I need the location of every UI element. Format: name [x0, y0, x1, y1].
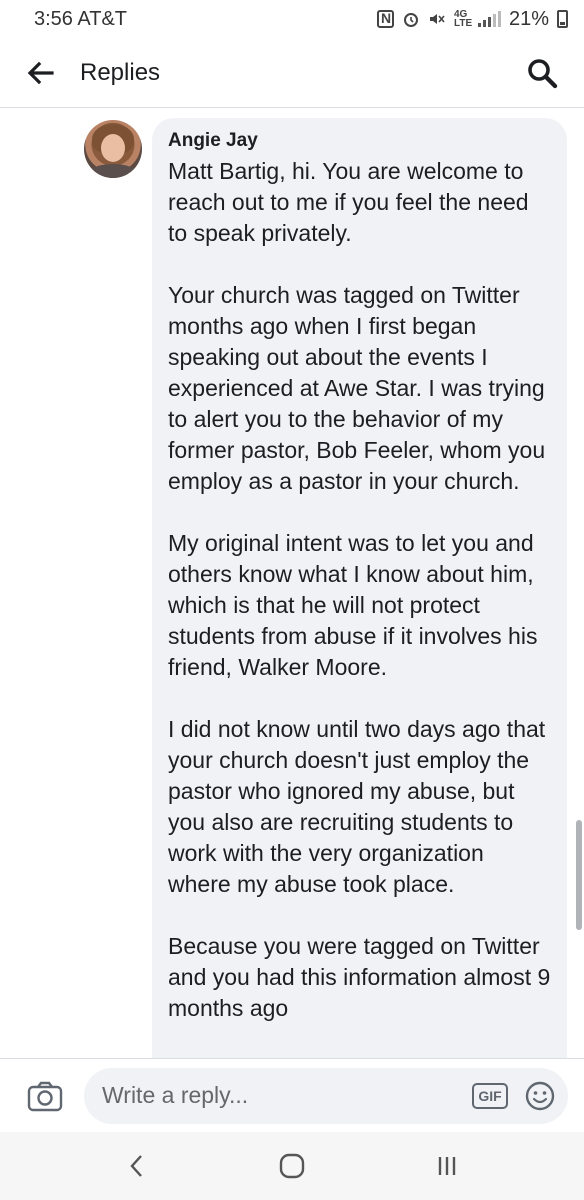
- comment-author[interactable]: Angie Jay: [168, 130, 551, 152]
- camera-icon: [27, 1081, 63, 1111]
- status-bar: 3:56 AT&T 4G LTE 21%: [0, 0, 584, 38]
- comment-paragraph: Matt Bartig, hi. You are welcome to reac…: [168, 158, 529, 246]
- scrollbar[interactable]: [576, 820, 582, 930]
- comment-bubble[interactable]: Angie Jay Matt Bartig, hi. You are welco…: [152, 118, 567, 1058]
- camera-button[interactable]: [26, 1077, 64, 1115]
- header: Replies: [0, 38, 584, 108]
- recents-icon: [438, 1157, 455, 1175]
- nav-back-button[interactable]: [107, 1136, 167, 1196]
- chevron-left-icon: [130, 1155, 143, 1177]
- gif-button[interactable]: GIF: [472, 1082, 508, 1109]
- back-button[interactable]: [24, 57, 56, 89]
- status-time-carrier: 3:56 AT&T: [34, 7, 128, 30]
- mute-icon: [428, 10, 446, 28]
- system-nav-bar: [0, 1132, 584, 1200]
- search-icon: [528, 58, 558, 88]
- page-title: Replies: [80, 58, 161, 86]
- home-icon: [279, 1153, 305, 1179]
- screen: 3:56 AT&T 4G LTE 21% Replies: [0, 0, 584, 1200]
- nfc-icon: [376, 10, 394, 28]
- nav-recents-button[interactable]: [417, 1136, 477, 1196]
- alarm-icon: [402, 10, 420, 28]
- arrow-left-icon: [27, 61, 54, 84]
- comment-paragraph: My original intent was to let you and ot…: [168, 530, 538, 680]
- avatar[interactable]: [84, 120, 142, 178]
- status-icons: 4G LTE 21%: [376, 7, 568, 31]
- reply-input[interactable]: Write a reply... GIF: [84, 1067, 568, 1124]
- nav-home-button[interactable]: [262, 1136, 322, 1196]
- network-type: 4G LTE: [453, 9, 473, 29]
- reply-placeholder: Write a reply...: [102, 1082, 249, 1108]
- battery-icon: [557, 10, 568, 28]
- battery-percent: 21%: [508, 7, 549, 30]
- emoji-button[interactable]: [524, 1080, 556, 1112]
- comment-paragraph: I did not know until two days ago that y…: [168, 716, 546, 897]
- search-button[interactable]: [524, 55, 560, 91]
- comment-paragraph: Because you were tagged on Twitter and y…: [168, 933, 551, 1021]
- comment-thread: Angie Jay Matt Bartig, hi. You are welco…: [0, 108, 584, 1058]
- comment-paragraph: Your church was tagged on Twitter months…: [168, 282, 546, 494]
- signal-icon: [477, 11, 501, 27]
- smiley-icon: [525, 1081, 555, 1110]
- reply-bar: Write a reply... GIF: [0, 1058, 584, 1132]
